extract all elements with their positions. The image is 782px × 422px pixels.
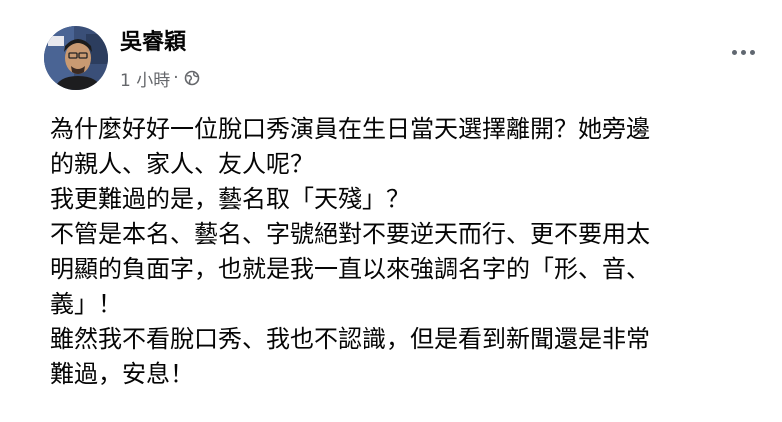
avatar-image (44, 26, 108, 90)
post-text-line: 不管是本名、藝名、字號絕對不要逆天而行、更不要用太 (50, 220, 650, 248)
globe-icon[interactable] (184, 70, 200, 86)
post-body: 為什麼好好一位脫口秀演員在生日當天選擇離開？她旁邊 的親人、家人、友人呢？ 我更… (50, 112, 770, 392)
post-text-line: 的親人、家人、友人呢？ (50, 150, 314, 178)
more-dot (740, 49, 746, 55)
more-options-icon[interactable] (726, 38, 760, 66)
post-text-line: 我更難過的是，藝名取「天殘」？ (50, 185, 410, 213)
post-text-line: 為什麼好好一位脫口秀演員在生日當天選擇離開？她旁邊 (50, 115, 650, 143)
more-dot (749, 49, 755, 55)
author-avatar[interactable] (44, 26, 108, 90)
post-meta: 1 小時 · (120, 66, 200, 91)
post-text-line: 難過，安息！ (50, 360, 194, 388)
post-text-line: 明顯的負面字，也就是我一直以來強調名字的「形、音、 (50, 255, 650, 283)
post-text-line: 雖然我不看脫口秀、我也不認識，但是看到新聞還是非常 (50, 325, 650, 353)
meta-separator: · (173, 68, 179, 88)
author-name[interactable]: 吳睿穎 (120, 28, 186, 58)
post-timestamp[interactable]: 1 小時 (120, 66, 170, 91)
facebook-post: 吳睿穎 1 小時 · 為什麼好好一位脫口秀演員在生日當天選擇離開？她旁邊 的親人… (0, 0, 782, 422)
post-text-line: 義」！ (50, 290, 122, 318)
more-dot (731, 49, 737, 55)
